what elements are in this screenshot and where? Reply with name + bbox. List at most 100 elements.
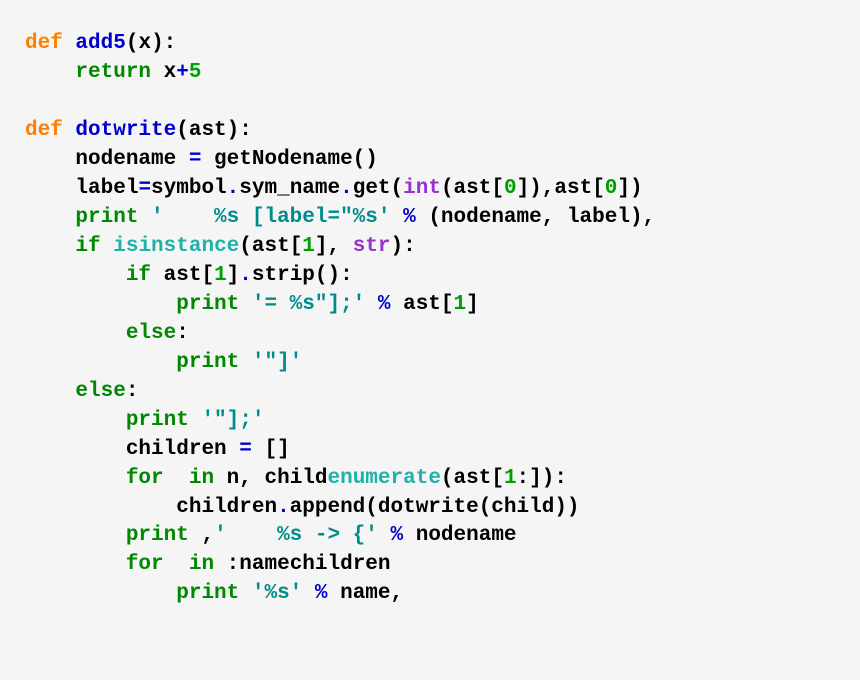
code-token: = [138, 177, 151, 200]
code-token: children [126, 438, 239, 461]
code-token: label [75, 177, 138, 200]
code-token [164, 553, 189, 576]
code-token: ' %s -> {' [214, 524, 378, 547]
code-line: for in :namechildren [25, 551, 835, 580]
code-token: else [75, 380, 125, 403]
code-token: ast[ [391, 293, 454, 316]
code-token: (ast[ [239, 235, 302, 258]
code-token: int [403, 177, 441, 200]
code-token: 0 [504, 177, 517, 200]
code-token: ]) [617, 177, 642, 200]
code-token [63, 119, 76, 142]
code-token: append(dotwrite(child)) [290, 496, 580, 519]
code-token: 1 [214, 264, 227, 287]
code-token [164, 467, 189, 490]
code-token [189, 409, 202, 432]
code-token: '= %s"];' [252, 293, 365, 316]
code-token: if [75, 235, 100, 258]
code-line: for in n, childenumerate(ast[1:]): [25, 465, 835, 494]
code-token: + [176, 61, 189, 84]
code-token: '"];' [201, 409, 264, 432]
code-token: :]): [517, 467, 567, 490]
code-token: (ast[ [441, 467, 504, 490]
code-token: ast[ [151, 264, 214, 287]
code-line: print '= %s"];' % ast[1] [25, 291, 835, 320]
code-token: x [151, 61, 176, 84]
code-token: ' %s [label="%s' [151, 206, 390, 229]
code-token: return [75, 61, 151, 84]
code-token: getNodename() [201, 148, 377, 171]
code-line: print '%s' % name, [25, 580, 835, 609]
code-token: (ast): [176, 119, 252, 142]
code-line: return x+5 [25, 59, 835, 88]
code-token: : [176, 322, 189, 345]
code-token [365, 293, 378, 316]
code-token [239, 351, 252, 374]
code-token: print [75, 206, 138, 229]
code-token: print [126, 409, 189, 432]
code-token: x [138, 32, 151, 55]
code-token: str [353, 235, 391, 258]
code-token: , [189, 524, 214, 547]
code-token: in [189, 467, 214, 490]
code-token: strip(): [252, 264, 353, 287]
code-token: ] [227, 264, 240, 287]
code-token: print [176, 293, 239, 316]
code-token [63, 32, 76, 55]
code-line: def add5(x): [25, 30, 835, 59]
code-token: isinstance [113, 235, 239, 258]
code-token: : [164, 32, 177, 55]
code-token: :namechildren [214, 553, 390, 576]
code-token: (ast[ [441, 177, 504, 200]
code-token: n, child [214, 467, 327, 490]
code-token: ], [315, 235, 353, 258]
code-token: name, [328, 582, 404, 605]
code-token: % [378, 293, 391, 316]
code-token: 5 [189, 61, 202, 84]
code-token [239, 293, 252, 316]
code-token [239, 582, 252, 605]
code-token: 1 [504, 467, 517, 490]
code-token: 1 [302, 235, 315, 258]
code-line: if isinstance(ast[1], str): [25, 233, 835, 262]
code-token: % [391, 524, 404, 547]
code-token: def [25, 32, 63, 55]
code-token: symbol [151, 177, 227, 200]
code-token: % [315, 582, 328, 605]
code-line: print '"]' [25, 349, 835, 378]
code-token: enumerate [328, 467, 441, 490]
code-token: else [126, 322, 176, 345]
code-token [101, 235, 114, 258]
code-line: label=symbol.sym_name.get(int(ast[0]),as… [25, 175, 835, 204]
code-token: ) [151, 32, 164, 55]
code-line: print ,' %s -> {' % nodename [25, 522, 835, 551]
code-line: if ast[1].strip(): [25, 262, 835, 291]
code-line: nodename = getNodename() [25, 146, 835, 175]
code-line: children.append(dotwrite(child)) [25, 494, 835, 523]
code-token: 1 [454, 293, 467, 316]
code-token: in [189, 553, 214, 576]
code-token: sym_name [239, 177, 340, 200]
code-token [391, 206, 404, 229]
code-token: if [126, 264, 151, 287]
code-token: ]),ast[ [517, 177, 605, 200]
code-token: dotwrite [75, 119, 176, 142]
code-token: . [227, 177, 240, 200]
code-token: '"]' [252, 351, 302, 374]
code-line: children = [] [25, 436, 835, 465]
code-token: = [189, 148, 202, 171]
code-token [378, 524, 391, 547]
code-token: : [126, 380, 139, 403]
code-token: 0 [605, 177, 618, 200]
code-token: (nodename, label), [416, 206, 655, 229]
code-token: ( [126, 32, 139, 55]
code-token: '%s' [252, 582, 302, 605]
code-line: def dotwrite(ast): [25, 117, 835, 146]
code-token: for [126, 467, 164, 490]
code-token: get( [353, 177, 403, 200]
code-line: else: [25, 320, 835, 349]
code-token: print [176, 351, 239, 374]
code-token: for [126, 553, 164, 576]
code-token: = [239, 438, 252, 461]
code-token: % [403, 206, 416, 229]
